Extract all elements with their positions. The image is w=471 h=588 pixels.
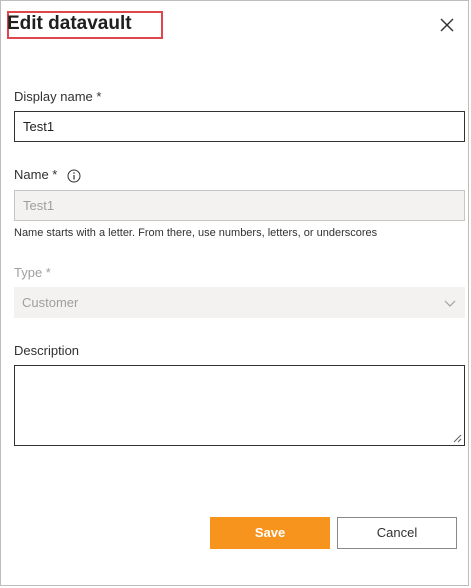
name-label: Name * <box>14 167 58 182</box>
close-icon[interactable] <box>437 15 457 35</box>
name-input <box>14 190 465 221</box>
display-name-input[interactable] <box>14 111 465 142</box>
display-name-label: Display name * <box>14 89 102 104</box>
type-label: Type * <box>14 265 51 280</box>
name-label-row: Name * <box>14 167 81 183</box>
name-hint: Name starts with a letter. From there, u… <box>14 227 378 239</box>
dialog-title: Edit datavault <box>7 13 132 34</box>
description-textarea[interactable] <box>14 365 465 446</box>
type-selected-value: Customer <box>22 295 79 310</box>
info-icon[interactable] <box>67 169 81 183</box>
save-button[interactable]: Save <box>210 517 330 549</box>
cancel-button[interactable]: Cancel <box>337 517 457 549</box>
resize-handle-icon[interactable] <box>452 433 462 443</box>
type-dropdown: Customer <box>14 287 465 318</box>
description-label: Description <box>14 343 80 358</box>
chevron-down-icon <box>444 300 456 307</box>
edit-datavault-dialog: Edit datavault Display name * Name * Nam… <box>0 0 469 586</box>
